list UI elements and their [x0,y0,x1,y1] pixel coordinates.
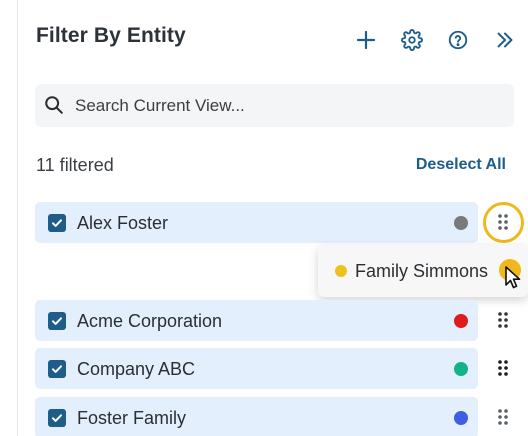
drag-handle-icon[interactable] [492,406,514,428]
entity-row-acme-corporation[interactable]: Acme Corporation [35,300,478,341]
search-input[interactable] [75,84,505,127]
deselect-all-button[interactable]: Deselect All [416,156,506,174]
grab-cursor-icon [505,266,521,289]
search-icon [45,96,63,114]
entity-color-dot [454,216,468,230]
drag-preview-family-simmons: Family Simmons [318,245,528,297]
drag-handle-icon[interactable] [492,211,514,233]
entity-row-foster-family[interactable]: Foster Family [35,397,478,436]
search-box [35,84,514,127]
entity-color-dot [335,265,347,277]
entity-row-company-abc[interactable]: Company ABC [35,348,478,389]
entity-label: Foster Family [77,408,187,428]
entity-checkbox[interactable] [48,409,66,427]
drag-preview-label: Family Simmons [355,261,489,281]
drag-handle-icon[interactable] [492,309,514,331]
entity-label: Alex Foster [77,213,169,233]
entity-checkbox[interactable] [48,312,66,330]
entity-checkbox[interactable] [48,214,66,232]
panel-header: Filter By Entity [36,22,528,56]
panel-left-border [17,0,18,436]
entity-checkbox[interactable] [48,360,66,378]
plus-icon[interactable] [354,28,378,52]
gear-icon[interactable] [400,28,424,52]
entity-label: Acme Corporation [77,311,223,331]
entity-color-dot [454,362,468,376]
entity-color-dot [454,314,468,328]
double-chevron-right-icon[interactable] [493,28,517,52]
panel-title: Filter By Entity [36,24,186,47]
help-icon[interactable] [446,28,470,52]
drag-handle-icon[interactable] [492,357,514,379]
filtered-count: 11 filtered [36,155,114,175]
entity-row-alex-foster[interactable]: Alex Foster [35,202,478,243]
entity-color-dot [454,411,468,425]
entity-label: Company ABC [77,359,196,379]
